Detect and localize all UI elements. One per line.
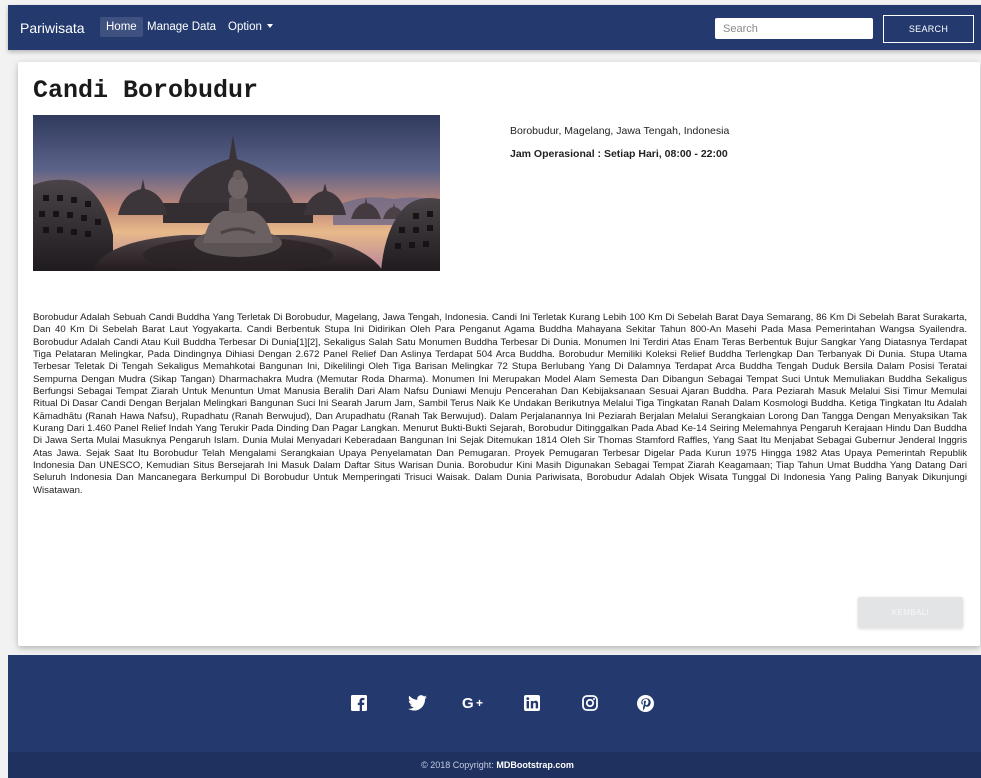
twitter-icon[interactable]: [406, 692, 428, 714]
footer: G + © 2018 Copyright: MDBootstrap.com: [8, 655, 981, 778]
google-plus-icon[interactable]: G +: [461, 692, 489, 714]
nav-option-dropdown[interactable]: Option: [228, 21, 273, 33]
search-input[interactable]: [715, 18, 873, 39]
pinterest-icon[interactable]: [634, 692, 656, 714]
facebook-icon[interactable]: [348, 692, 370, 714]
back-button[interactable]: KEMBALI: [858, 597, 963, 628]
search-button[interactable]: SEARCH: [883, 15, 974, 43]
nav-manage-data[interactable]: Manage Data: [147, 21, 216, 33]
copyright-link[interactable]: MDBootstrap.com: [496, 760, 574, 770]
navbar: Pariwisata Home Manage Data Option SEARC…: [8, 5, 981, 50]
instagram-icon[interactable]: [579, 692, 601, 714]
location-text: Borobudur, Magelang, Jawa Tengah, Indone…: [510, 125, 730, 137]
copyright-bar: © 2018 Copyright: MDBootstrap.com: [8, 752, 981, 778]
page-title: Candi Borobudur: [33, 76, 259, 105]
copyright-text: © 2018 Copyright: MDBootstrap.com: [421, 760, 574, 770]
linkedin-icon[interactable]: [521, 692, 543, 714]
brand-logo[interactable]: Pariwisata: [20, 20, 85, 36]
copyright-prefix: © 2018 Copyright:: [421, 760, 497, 770]
nav-home[interactable]: Home: [100, 17, 143, 37]
svg-text:+: +: [476, 696, 483, 710]
detail-card: Candi Borobudur Borobudur, Magelang, Jaw…: [18, 62, 980, 646]
svg-text:G: G: [462, 695, 474, 711]
opening-hours: Jam Operasional : Setiap Hari, 08:00 - 2…: [510, 148, 728, 160]
caret-down-icon: [266, 24, 273, 28]
borobudur-photo: [33, 115, 440, 271]
nav-option-label: Option: [228, 21, 262, 33]
description-text: Borobudur Adalah Sebuah Candi Buddha Yan…: [33, 312, 967, 496]
